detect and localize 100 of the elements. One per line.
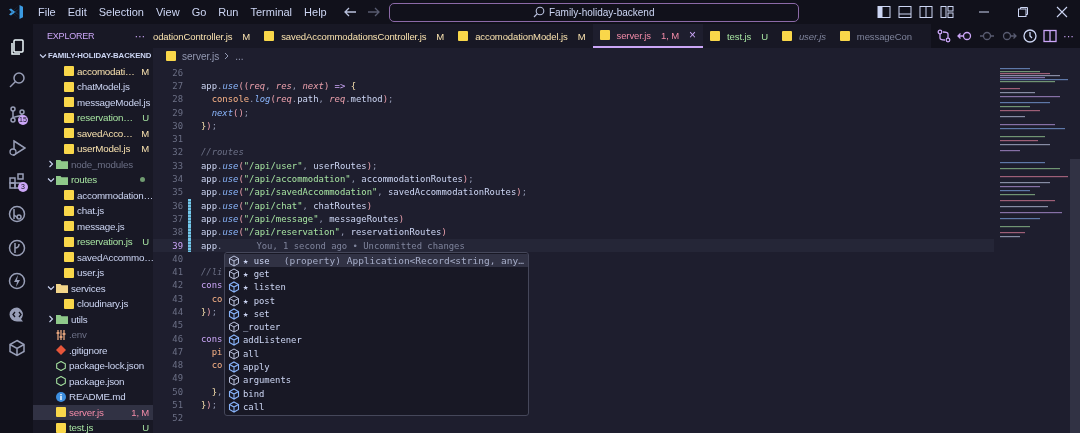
panel-toggle-icon[interactable] <box>898 5 912 19</box>
search-icon[interactable] <box>7 71 26 90</box>
tree-item[interactable]: routes <box>33 172 153 188</box>
tree-item[interactable]: savedAcco… M <box>33 125 153 141</box>
tree-item[interactable]: node_modules <box>33 156 153 172</box>
tree-item[interactable]: utils <box>33 311 153 327</box>
layout-icon[interactable] <box>940 5 954 19</box>
js-file-icon <box>710 31 720 41</box>
tree-item[interactable]: savedAccommo… <box>33 249 153 265</box>
search-field[interactable]: Family-holiday-backend <box>388 2 799 22</box>
chat-bubble-icon[interactable] <box>7 305 26 324</box>
code-line: app.use("/api/message", messageRoutes) <box>201 213 405 224</box>
tree-item[interactable]: reservation… U <box>33 110 153 126</box>
breadcrumb-item[interactable]: ... <box>235 50 244 62</box>
restore-icon[interactable] <box>1017 6 1029 18</box>
tree-item[interactable]: server.js 1, M <box>33 404 153 420</box>
js-file-icon <box>64 205 74 216</box>
property-cube-icon <box>228 374 240 387</box>
line-number: 39 <box>171 240 183 251</box>
suggestion-item[interactable]: ★ post <box>225 293 528 308</box>
code-line: //li <box>201 267 223 278</box>
code-line: app.use("/api/reservation", reservationRoutes) <box>201 227 447 238</box>
menu-item[interactable]: Terminal <box>244 6 299 18</box>
split-editor-icon[interactable] <box>1043 29 1057 43</box>
method-cube-icon <box>228 387 240 400</box>
info-icon <box>56 391 66 402</box>
tree-item[interactable]: README.md <box>33 389 153 405</box>
line-number: 50 <box>171 386 183 397</box>
previous-change-icon[interactable] <box>957 29 973 43</box>
tree-item[interactable]: userModel.js M <box>33 141 153 157</box>
next-change-icon[interactable] <box>1001 29 1017 43</box>
lightning-icon[interactable] <box>7 272 26 291</box>
code-line: app.use("/api/chat", chatRoutes) <box>201 200 372 211</box>
suggestion-item[interactable]: bind <box>225 386 528 401</box>
tree-item[interactable]: messageModel.js <box>33 94 153 110</box>
tree-item[interactable]: message.js <box>33 218 153 234</box>
line-number: 28 <box>171 94 183 105</box>
blame-annotation: You, 1 second ago • Uncommitted changes <box>256 240 465 251</box>
menu-item[interactable]: Edit <box>61 6 93 18</box>
tree-item[interactable]: package.json <box>33 373 153 389</box>
settings-sliders-icon <box>56 329 66 340</box>
close-icon[interactable] <box>1056 6 1068 18</box>
menu-item[interactable]: Run <box>212 6 245 18</box>
line-number: 36 <box>171 200 183 211</box>
more-actions-button[interactable]: ··· <box>134 30 145 42</box>
suggestion-item[interactable]: _router <box>225 320 528 334</box>
more-actions-button[interactable]: ··· <box>1063 30 1074 42</box>
code-line: }); <box>201 120 218 131</box>
run-debug-icon[interactable] <box>7 138 26 157</box>
tree-item[interactable]: user.js <box>33 265 153 281</box>
line-number: 38 <box>171 227 183 238</box>
property-cube-icon <box>228 267 240 280</box>
extensions-icon[interactable] <box>7 171 26 190</box>
tree-item[interactable]: accommodation… <box>33 187 153 203</box>
tree-item[interactable]: .env <box>33 327 153 343</box>
line-number: 47 <box>171 346 183 357</box>
menu-item[interactable]: Selection <box>92 6 150 18</box>
code-line: }); <box>201 307 218 317</box>
suggestion-item[interactable]: ★ get <box>225 267 528 281</box>
menu-item[interactable]: File <box>32 6 62 18</box>
hexagon-file-icon <box>56 360 66 371</box>
tree-item[interactable]: chatModel.js <box>33 79 153 95</box>
js-file-icon <box>64 97 74 108</box>
suggestion-item[interactable]: addListener <box>225 333 528 348</box>
commit-icon[interactable] <box>979 29 995 43</box>
property-cube-icon <box>228 294 240 307</box>
suggestion-item[interactable]: ★ use (property) Application<Record<string, any… <box>225 254 528 268</box>
forward-arrow-icon[interactable] <box>366 5 381 19</box>
menu-item[interactable]: Go <box>185 6 213 18</box>
suggestion-item[interactable]: ★ set <box>225 307 528 321</box>
line-number: 26 <box>171 67 183 78</box>
tree-item[interactable]: accomodati… M <box>33 63 153 79</box>
tree-item[interactable]: services <box>33 280 153 296</box>
menu-item[interactable]: Help <box>298 6 333 18</box>
sidebar-toggle-icon[interactable] <box>877 5 891 19</box>
suggestion-item[interactable]: apply <box>225 360 528 374</box>
suggestion-item[interactable]: ★ listen <box>225 280 528 294</box>
source-control-icon[interactable] <box>7 104 26 123</box>
editor-tab[interactable]: server.js 1, M × <box>592 24 703 48</box>
tree-item[interactable]: reservation.js U <box>33 234 153 250</box>
tree-item[interactable]: chat.js <box>33 203 153 219</box>
back-arrow-icon[interactable] <box>342 5 357 19</box>
tree-item[interactable]: cloudinary.js <box>33 296 153 312</box>
suggestion-item[interactable]: arguments <box>225 373 528 387</box>
tree-item[interactable]: test.js U <box>33 420 153 433</box>
property-cube-icon <box>228 254 240 267</box>
history-icon[interactable] <box>1023 29 1037 43</box>
breadcrumb-item[interactable]: server.js <box>182 50 220 62</box>
tree-item[interactable]: .gitignore <box>33 342 153 358</box>
compare-changes-icon[interactable] <box>937 29 951 43</box>
js-file-icon <box>64 267 74 278</box>
js-file-icon <box>64 143 74 154</box>
suggestion-item[interactable]: call <box>225 400 528 414</box>
tree-item[interactable]: package-lock.json <box>33 358 153 374</box>
close-tab-button[interactable]: × <box>689 28 696 42</box>
suggestion-item[interactable]: all <box>225 347 528 361</box>
split-editor-icon[interactable] <box>919 5 933 19</box>
menu-item[interactable]: View <box>149 6 186 18</box>
js-file-icon <box>458 31 469 41</box>
polyhedron-icon[interactable] <box>7 339 26 358</box>
